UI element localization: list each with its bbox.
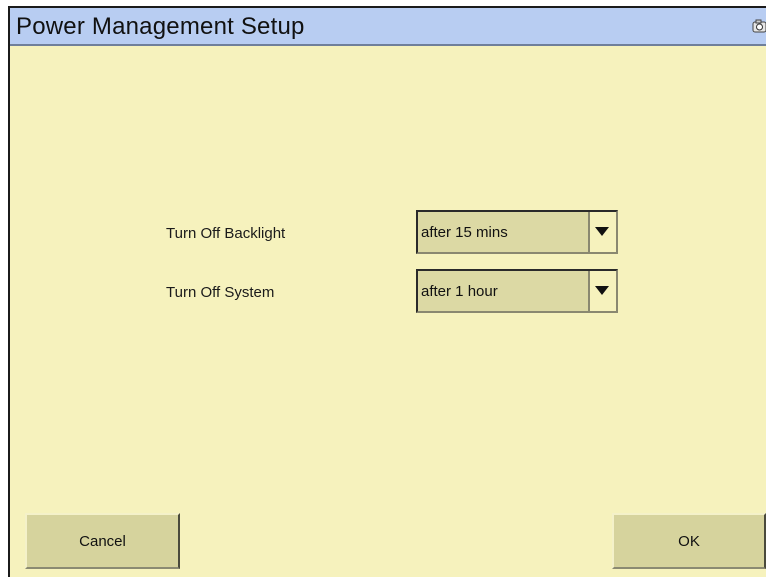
chevron-down-icon (595, 286, 609, 295)
system-dropdown[interactable]: after 1 hour (416, 269, 618, 313)
backlight-dropdown[interactable]: after 15 mins (416, 210, 618, 254)
backlight-value: after 15 mins (421, 224, 508, 241)
power-management-screen: Power Management Setup Turn Off Backligh… (8, 6, 766, 577)
page-title: Power Management Setup (16, 13, 305, 40)
system-dropdown-arrow[interactable] (588, 271, 616, 311)
chevron-down-icon (595, 227, 609, 236)
backlight-label: Turn Off Backlight (166, 225, 286, 242)
backlight-dropdown-arrow[interactable] (588, 212, 616, 252)
camera-icon[interactable] (752, 18, 766, 34)
cancel-button[interactable]: Cancel (25, 513, 180, 569)
system-value: after 1 hour (421, 283, 498, 300)
ok-button[interactable]: OK (612, 513, 766, 569)
title-bar: Power Management Setup (10, 8, 766, 46)
system-label: Turn Off System (166, 284, 275, 301)
